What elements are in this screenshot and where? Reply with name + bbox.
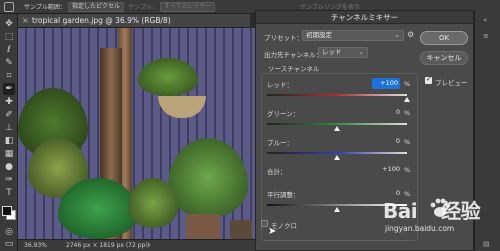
sample-label: サンプル：: [128, 4, 158, 11]
screen-mode-icon[interactable]: ▭: [3, 238, 15, 250]
preset-label: プリセット：: [264, 34, 303, 42]
blue-slider-thumb[interactable]: [334, 155, 340, 160]
panel-collapse-icon[interactable]: «: [483, 16, 487, 24]
blue-value-field[interactable]: 0: [372, 136, 400, 147]
sample-size-label: サンプル範囲：: [24, 4, 66, 11]
healing-icon[interactable]: ✚: [3, 96, 15, 108]
move-icon[interactable]: ✥: [3, 18, 15, 30]
tools-panel: ✥ ⬚ ℓ ✎ ⌗ ✒ ✚ ✐ ⊥ ◧ ▦ ● ✑ T ◎ ▭: [0, 14, 18, 251]
panel-menu-icon[interactable]: ≡: [483, 32, 489, 40]
dodge-icon[interactable]: ●: [3, 161, 15, 173]
close-tab-icon[interactable]: ×: [22, 16, 29, 25]
mouse-cursor-icon: ➤: [268, 226, 277, 237]
photo-pot: [186, 214, 220, 239]
quick-select-icon[interactable]: ✎: [3, 57, 15, 69]
output-channel-select[interactable]: レッド ⌄: [318, 47, 368, 58]
crop-icon[interactable]: ⌗: [3, 70, 15, 82]
cancel-button[interactable]: キャンセル: [420, 51, 468, 65]
red-slider-thumb[interactable]: [404, 97, 410, 102]
monochrome-checkbox[interactable]: [261, 220, 268, 227]
document-tab[interactable]: × tropical garden.jpg @ 36.9% (RGB/8): [18, 14, 250, 28]
document-tab-title: tropical garden.jpg @ 36.9% (RGB/8): [32, 16, 171, 25]
paw-icon: [430, 198, 451, 217]
green-unit: %: [404, 109, 411, 117]
output-channel-label: 出力先チャンネル：: [264, 51, 323, 59]
green-value-field[interactable]: 0: [372, 107, 400, 118]
foreground-color-swatch[interactable]: [2, 206, 12, 216]
chevron-down-icon: ⌄: [394, 31, 400, 39]
sample-size-select[interactable]: 指定したピクセル: [68, 2, 125, 12]
photo-hanging-plant: [138, 58, 198, 96]
photo-pot-right: [230, 220, 252, 239]
total-label: 合計：: [267, 168, 287, 176]
blue-slider-track[interactable]: [267, 152, 407, 154]
constant-slider-thumb[interactable]: [334, 207, 340, 212]
gradient-icon[interactable]: ▦: [3, 148, 15, 160]
preview-checkbox[interactable]: [425, 75, 432, 84]
gear-icon[interactable]: ⚙: [407, 30, 414, 39]
brush-icon[interactable]: ✐: [3, 109, 15, 121]
constant-label: 平行調整：: [267, 191, 300, 199]
green-slider-thumb[interactable]: [334, 126, 340, 131]
baidu-watermark: Bai 经验 jingyan.baidu.com: [383, 195, 498, 249]
total-value: +100: [382, 165, 400, 173]
type-icon[interactable]: T: [3, 187, 15, 199]
preset-value: 初期設定: [306, 31, 332, 39]
pen-icon[interactable]: ✑: [3, 174, 15, 186]
total-unit: %: [404, 166, 411, 174]
blue-unit: %: [404, 138, 411, 146]
green-channel-label: グリーン：: [267, 110, 300, 118]
red-channel-label: レッド：: [267, 81, 293, 89]
preview-label[interactable]: プレビュー: [435, 77, 468, 87]
ok-button[interactable]: OK: [420, 31, 468, 45]
quick-mask-icon[interactable]: ◎: [3, 226, 15, 238]
eyedropper-icon[interactable]: ✒: [3, 83, 15, 95]
lasso-icon[interactable]: ℓ: [3, 44, 15, 56]
status-bar: 36.93% 2746 px × 1819 px (72 ppi) ›: [18, 239, 255, 251]
dialog-title[interactable]: チャンネルミキサー: [256, 11, 473, 24]
chevron-down-icon: ⌄: [358, 48, 364, 56]
watermark-logo-left: Bai: [383, 199, 418, 223]
document-info: 2746 px × 1819 px (72 ppi): [66, 242, 150, 249]
preset-select[interactable]: 初期設定 ⌄: [302, 30, 404, 41]
watermark-url: jingyan.baidu.com: [385, 224, 455, 233]
source-channels-label: ソースチャンネル: [268, 65, 320, 73]
marquee-icon[interactable]: ⬚: [3, 31, 15, 43]
eyedropper-tool-icon[interactable]: [4, 2, 14, 12]
image-canvas[interactable]: [18, 28, 255, 239]
red-unit: %: [404, 80, 411, 88]
red-slider-track[interactable]: [267, 94, 407, 96]
blue-channel-label: ブルー：: [267, 139, 293, 147]
stamp-icon[interactable]: ⊥: [3, 122, 15, 134]
status-menu-icon[interactable]: ›: [148, 241, 151, 249]
red-value-field[interactable]: +100: [372, 78, 400, 89]
eraser-icon[interactable]: ◧: [3, 135, 15, 147]
zoom-level[interactable]: 36.93%: [24, 242, 47, 249]
output-channel-value: レッド: [322, 48, 342, 56]
sample-select[interactable]: すべてのレイヤー: [160, 2, 216, 12]
green-slider-track[interactable]: [267, 123, 407, 125]
